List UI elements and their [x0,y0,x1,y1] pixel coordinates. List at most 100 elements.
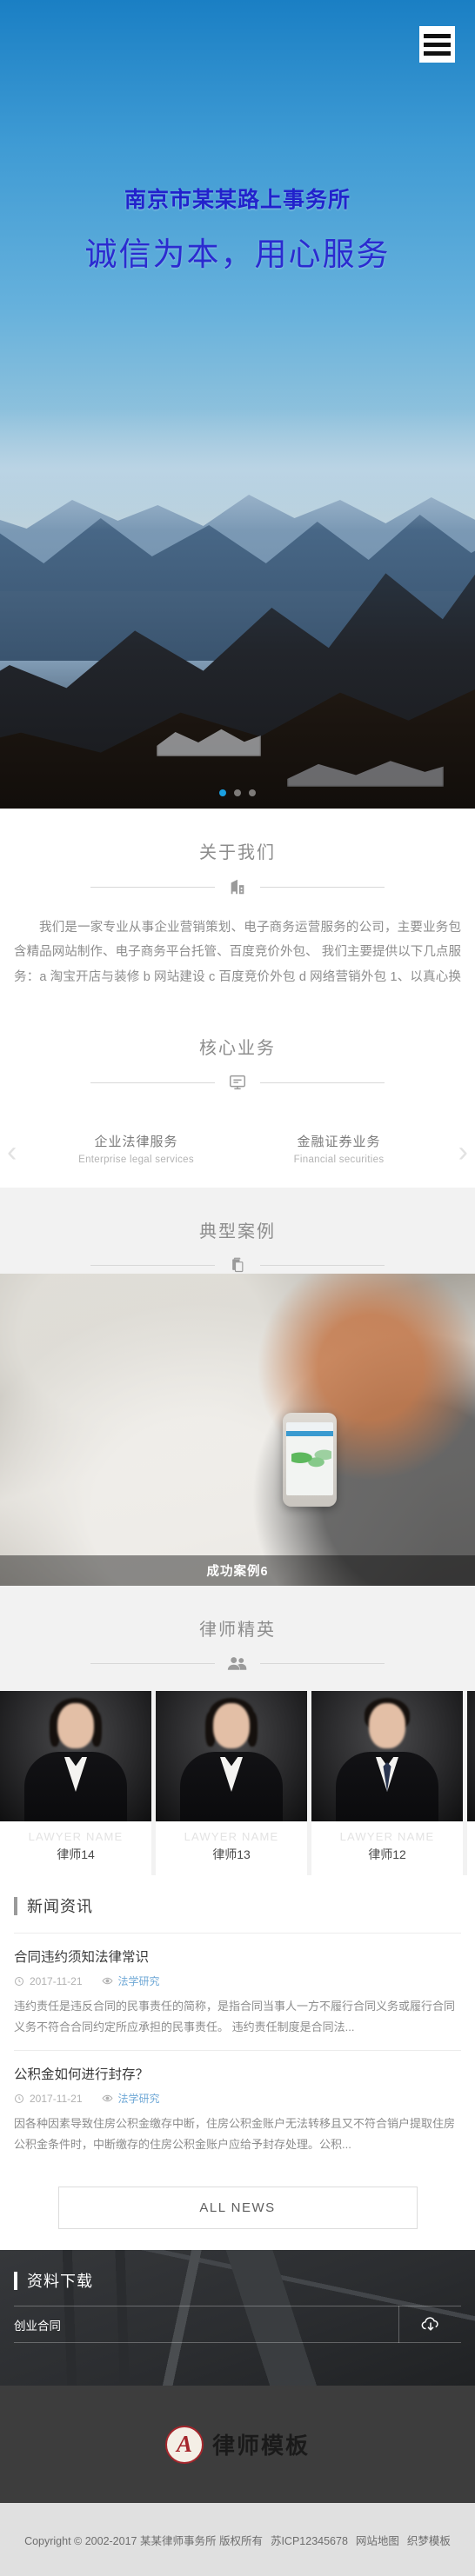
news-item-meta: 2017-11-21 法学研究 [14,1974,461,1988]
footer-brand: A 律师模板 [0,2386,475,2504]
lawyer-name-en: LAWYER NAME [28,1830,124,1843]
clock-icon [14,2093,24,2104]
divider-line [90,886,215,888]
lawyers-carousel[interactable]: LAWYER NAME 律师14 LAWYER NAME 律师13 LAWYER… [0,1691,475,1875]
lawyer-card[interactable]: LAWYER NAME 律师14 [0,1691,151,1875]
carousel-next-icon[interactable]: › [458,1137,468,1167]
lawyer-name-en: LAWYER NAME [339,1830,435,1843]
lawyer-photo [467,1691,475,1821]
news-item-title: 合同违约须知法律常识 [14,1950,150,1965]
news-item-category[interactable]: 法学研究 [118,1974,160,1988]
building-icon [215,877,260,896]
news-list-item[interactable]: 合同违约须知法律常识 2017-11-21 法学研究 违约责任是违反合同的民事责… [14,1933,461,2050]
news-item-title: 公积金如何进行封存？ [14,2067,150,2083]
copyright-text: Copyright © 2002-2017 某某律师事务所 版权所有 [24,2534,263,2547]
accent-bar [14,2271,17,2290]
lawyer-meta: LAWYER NAME 律师12 [311,1821,463,1875]
core-item-subtitle: Enterprise legal services [78,1155,194,1165]
page-footer: A 律师模板 Copyright © 2002-2017 某某律师事务所 版权所… [0,2386,475,2576]
download-header: 资料下载 [14,2250,461,2306]
section-divider [0,1073,475,1092]
lawyers-header: 律师精英 [0,1586,475,1672]
slider-dot[interactable] [249,789,256,796]
about-section: 关于我们 我们是一家专业从事企业营销策划、电子商务运营服务的公司，主要业务包含精… [0,809,475,1004]
divider-line [90,1662,215,1664]
case-caption: 成功案例6 [0,1555,475,1586]
hero-text-block: 南京市某某路上事务所 诚信为本，用心服务 [0,183,475,275]
hero-title: 南京市某某路上事务所 [124,188,351,212]
core-business-carousel: ‹ 企业法律服务 Enterprise legal services 金融证券业… [0,1132,475,1167]
carousel-prev-icon[interactable]: ‹ [7,1137,17,1167]
core-header: 核心业务 [0,1004,475,1092]
hero-banner: 南京市某某路上事务所 诚信为本，用心服务 [0,0,475,809]
brand-name: 律师模板 [211,2433,310,2460]
news-item-desc: 违约责任是违反合同的民事责任的简称，是指合同当事人一方不履行合同义务或履行合同义… [14,2000,456,2034]
template-link[interactable]: 织梦模板 [407,2532,451,2548]
lawyer-name-en: LAWYER NAME [184,1830,279,1843]
download-section: 资料下载 创业合同 [0,2250,475,2386]
lawyer-name-en: LAWYER NAME [471,1830,475,1843]
lawyer-photo [156,1691,307,1821]
portrait-face [213,1703,250,1748]
menu-bar [424,50,451,56]
lawyer-name-cn: 律师14 [57,1847,95,1861]
slider-pagination[interactable] [0,789,475,796]
news-item-date: 2017-11-21 [30,1974,83,1987]
eye-icon [101,2093,113,2104]
lawyer-card[interactable]: LAWYER NAME 律师11 [467,1691,475,1875]
download-item-name: 创业合同 [14,2319,61,2333]
lawyer-meta: LAWYER NAME 律师13 [156,1821,307,1875]
lawyer-name-cn: 律师13 [212,1847,251,1861]
news-title: 新闻资讯 [27,1898,93,1915]
news-section: 新闻资讯 合同违约须知法律常识 2017-11-21 法学研究 违约责任是违反合… [0,1875,475,2251]
section-title: 律师精英 [199,1621,276,1640]
hero-subtitle: 诚信为本，用心服务 [84,236,391,272]
divider-line [90,1264,215,1266]
accent-bar [14,1896,17,1915]
lawyer-card[interactable]: LAWYER NAME 律师13 [156,1691,307,1875]
core-business-item[interactable]: 企业法律服务 Enterprise legal services [35,1132,238,1165]
divider-line [260,886,385,888]
section-divider [0,877,475,896]
section-title: 核心业务 [199,1039,276,1058]
lawyer-name-cn: 律师11 [471,1846,475,1863]
news-header: 新闻资讯 [14,1875,461,1933]
divider-line [260,1662,385,1664]
section-divider [0,1654,475,1672]
clock-icon [14,1976,24,1987]
core-business-section: 核心业务 ‹ 企业法律服务 Enterprise legal services … [0,1004,475,1188]
core-business-item[interactable]: 金融证券业务 Financial securities [238,1132,440,1165]
lawyer-meta: LAWYER NAME 律师14 [0,1821,151,1875]
hamburger-menu-icon[interactable] [419,26,455,63]
about-header: 关于我们 [0,809,475,896]
news-list-item[interactable]: 公积金如何进行封存？ 2017-11-21 法学研究 因各种因素导致住房公积金缴… [14,2050,461,2167]
clipboard-icon [215,1256,260,1274]
menu-bar [424,42,451,47]
slider-dot[interactable] [219,789,226,796]
lawyer-card[interactable]: LAWYER NAME 律师12 [311,1691,463,1875]
core-item-title: 企业法律服务 [94,1135,178,1149]
news-item-category[interactable]: 法学研究 [118,2091,160,2106]
circle-a-logo: A [164,2425,204,2464]
slider-dot[interactable] [234,789,241,796]
phone-prop [283,1413,337,1507]
news-item-meta: 2017-11-21 法学研究 [14,2091,461,2106]
divider-line [90,1082,215,1083]
news-item-desc: 因各种因素导致住房公积金缴存中断，住房公积金账户无法转移且又不符合销户提取住房公… [14,2117,456,2152]
section-divider [0,1256,475,1274]
section-title: 关于我们 [199,843,276,862]
case-item[interactable]: 成功案例6 [0,1274,475,1586]
menu-bar [424,33,451,38]
case-photo [0,1274,475,1586]
core-item-subtitle: Financial securities [293,1155,385,1165]
eye-icon [101,1975,113,1987]
about-description: 我们是一家专业从事企业营销策划、电子商务运营服务的公司，主要业务包含精品网站制作… [14,921,461,984]
icp-number: 苏ICP12345678 [270,2534,348,2547]
cloud-download-icon[interactable] [398,2306,461,2344]
download-list-item[interactable]: 创业合同 [14,2306,461,2344]
lawyer-photo [311,1691,463,1821]
sitemap-link[interactable]: 网站地图 [356,2532,399,2548]
download-title: 资料下载 [27,2273,93,2291]
all-news-button[interactable]: ALL NEWS [57,2187,418,2230]
lawyer-meta: LAWYER NAME 律师11 [467,1821,475,1875]
